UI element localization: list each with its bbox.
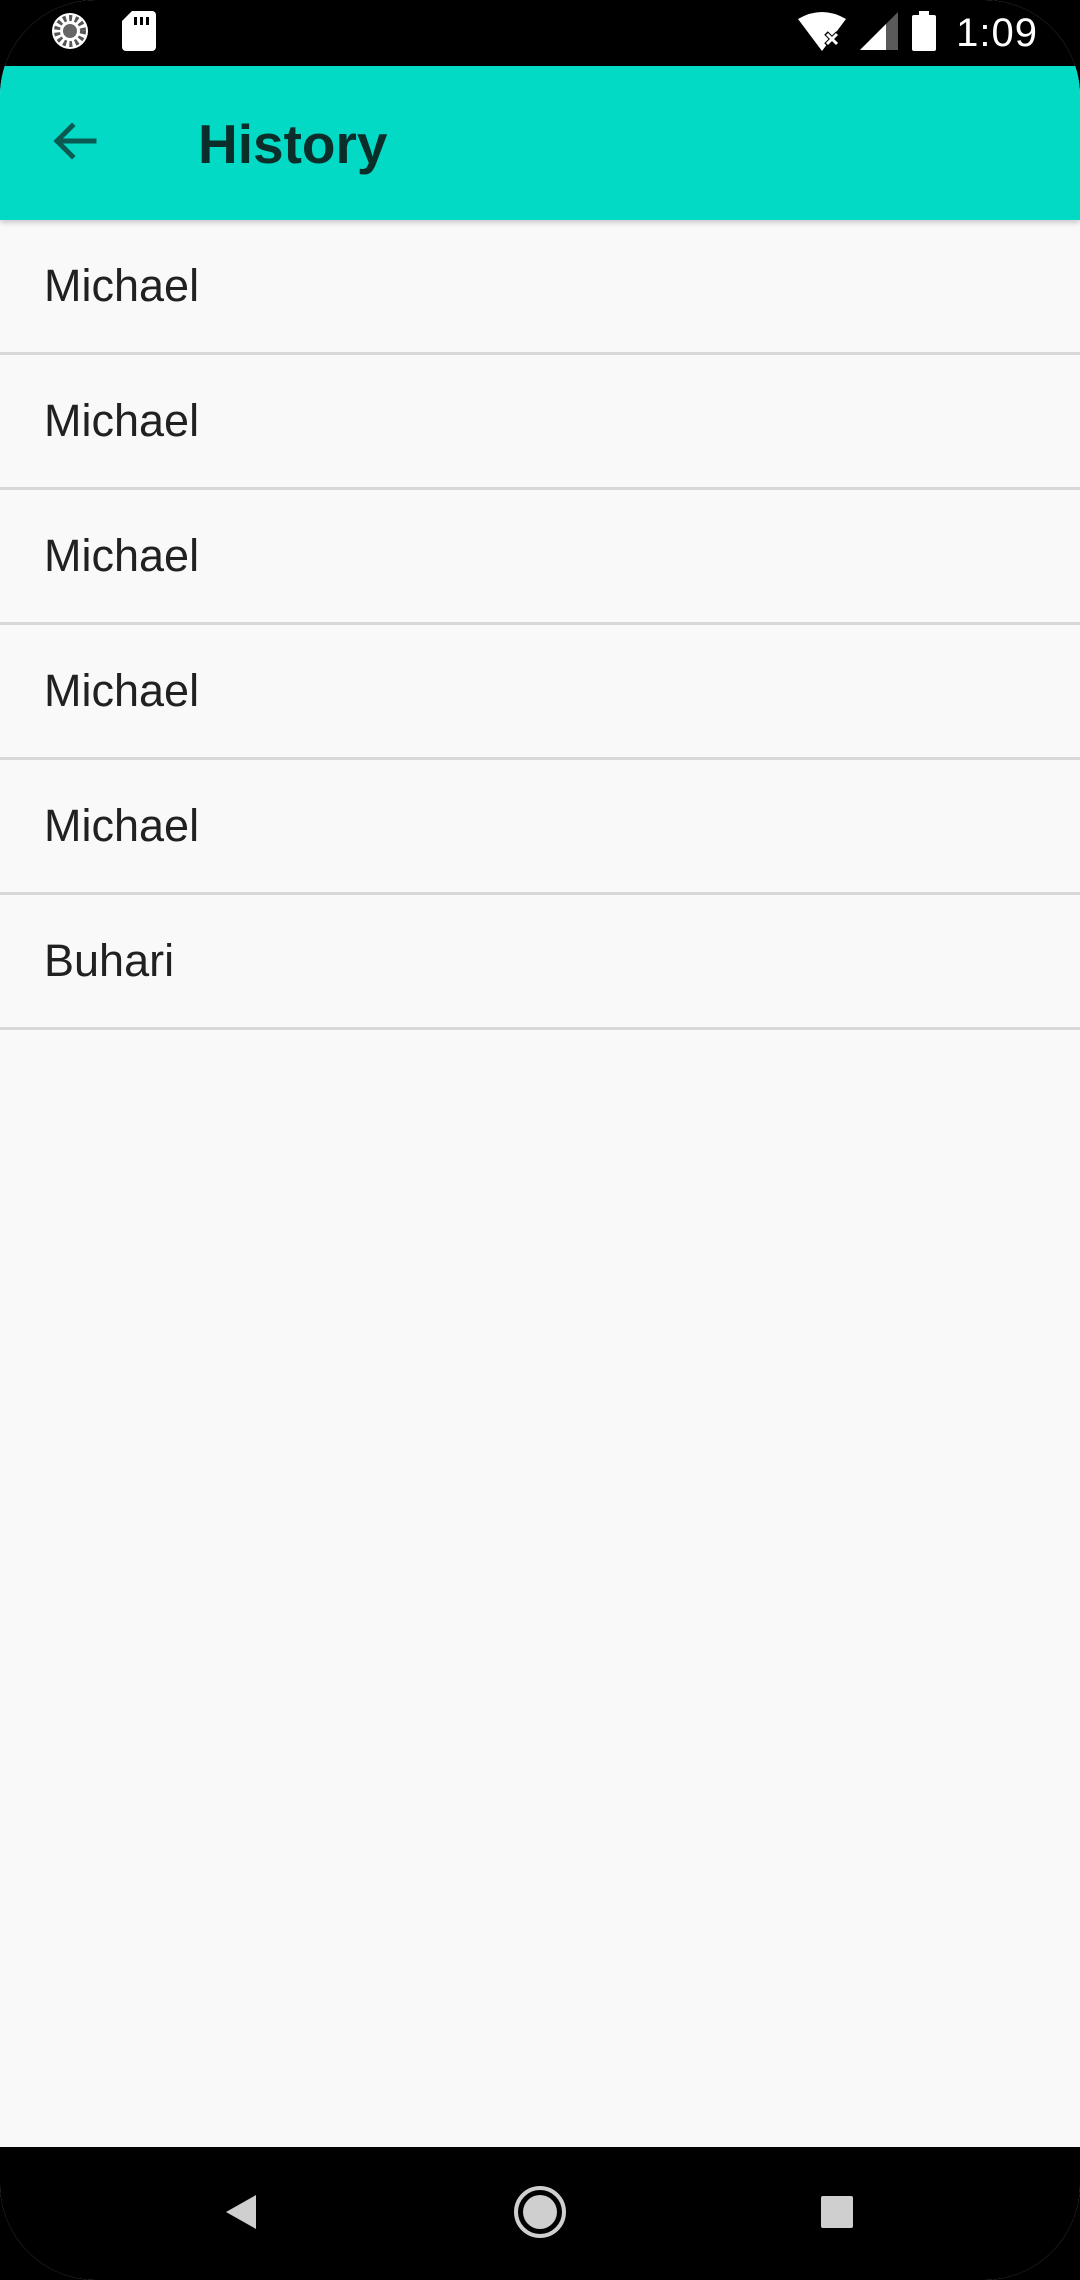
list-item-label: Michael — [44, 395, 200, 446]
back-button[interactable] — [40, 109, 108, 177]
status-left-icons — [50, 10, 156, 56]
status-bar: 1:09 — [0, 0, 1080, 66]
list-item[interactable]: Michael — [0, 760, 1080, 895]
list-item[interactable]: Michael — [0, 220, 1080, 355]
nav-back-button[interactable] — [210, 2182, 274, 2246]
navigation-bar — [0, 2147, 1080, 2280]
recents-square-icon — [819, 2194, 855, 2235]
arrow-back-icon — [50, 117, 98, 170]
nav-home-button[interactable] — [508, 2182, 572, 2246]
list-item[interactable]: Michael — [0, 490, 1080, 625]
history-list: Michael Michael Michael Michael Michael … — [0, 220, 1080, 1030]
home-circle-icon — [513, 2185, 567, 2244]
status-right-icons: 1:09 — [798, 10, 1038, 56]
page-title: History — [198, 113, 388, 175]
sd-card-icon — [122, 10, 156, 56]
app-bar: History — [0, 66, 1080, 220]
loading-circle-icon — [50, 11, 90, 56]
battery-icon — [912, 10, 937, 56]
list-item[interactable]: Michael — [0, 625, 1080, 760]
list-item-label: Buhari — [44, 935, 175, 986]
list-item[interactable]: Michael — [0, 355, 1080, 490]
cellular-signal-icon — [860, 11, 899, 55]
nav-recents-button[interactable] — [805, 2182, 869, 2246]
list-item-label: Michael — [44, 665, 200, 716]
wifi-off-icon — [798, 11, 847, 56]
list-item[interactable]: Buhari — [0, 895, 1080, 1030]
status-time: 1:09 — [956, 10, 1038, 55]
list-item-label: Michael — [44, 800, 200, 851]
back-triangle-icon — [222, 2192, 262, 2237]
phone-screen: 1:09 History Michael Michael Michael Mic… — [0, 0, 1080, 2280]
list-item-label: Michael — [44, 260, 200, 311]
list-item-label: Michael — [44, 530, 200, 581]
